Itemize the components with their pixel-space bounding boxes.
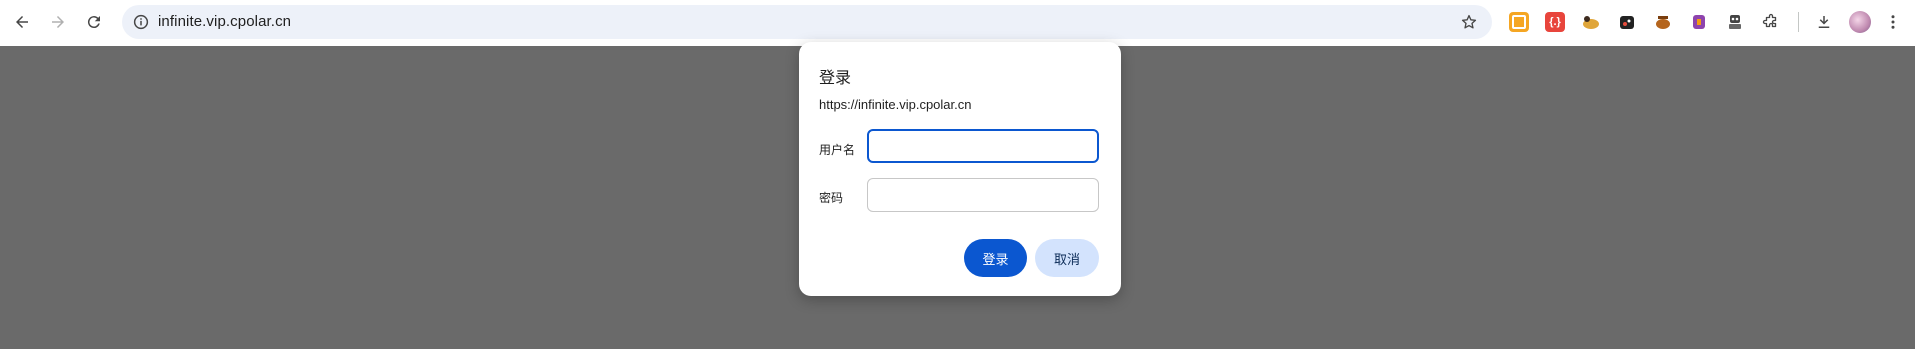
- forward-button[interactable]: [41, 5, 75, 39]
- password-field[interactable]: [867, 178, 1099, 212]
- back-button[interactable]: [5, 5, 39, 39]
- purple-tag-icon: [1693, 15, 1705, 29]
- password-label: 密码: [819, 191, 844, 205]
- extension-robot-icon[interactable]: [1725, 12, 1745, 32]
- avatar: [1849, 11, 1871, 33]
- info-icon[interactable]: [132, 13, 150, 31]
- download-icon: [1818, 16, 1830, 28]
- bowl-icon: [1656, 16, 1670, 29]
- profile-button[interactable]: [1843, 5, 1877, 39]
- downloads-button[interactable]: [1807, 5, 1841, 39]
- extension-purple-icon[interactable]: [1689, 12, 1709, 32]
- dialog-title: 登录: [819, 70, 852, 87]
- extension-dark-icon[interactable]: [1617, 12, 1637, 32]
- json-glyph: {.}: [1549, 16, 1561, 28]
- dialog-origin: https://infinite.vip.cpolar.cn: [819, 97, 972, 112]
- robot-icon: [1729, 15, 1741, 29]
- forward-arrow-icon: [52, 16, 64, 28]
- extension-yellow-icon[interactable]: [1509, 12, 1529, 32]
- extension-json-icon[interactable]: {.}: [1545, 12, 1565, 32]
- login-button[interactable]: 登录: [964, 239, 1027, 277]
- cat-icon: [1583, 16, 1599, 29]
- kebab-menu-icon: [1891, 15, 1895, 29]
- browser-menu-button[interactable]: [1879, 5, 1907, 39]
- reload-icon: [87, 16, 100, 29]
- extensions-menu-button[interactable]: [1754, 5, 1788, 39]
- url-text[interactable]: infinite.vip.cpolar.cn: [158, 13, 291, 30]
- reload-button[interactable]: [77, 5, 111, 39]
- username-field[interactable]: [867, 129, 1099, 163]
- toolbar-divider: [1798, 12, 1799, 32]
- back-arrow-icon: [16, 16, 28, 28]
- star-icon[interactable]: [1460, 13, 1478, 31]
- monster-icon: [1620, 16, 1634, 29]
- extension-bowl-icon[interactable]: [1653, 12, 1673, 32]
- copy-glyph-icon: [1512, 15, 1526, 29]
- username-label: 用户名: [819, 143, 856, 157]
- extension-cat-icon[interactable]: [1581, 12, 1601, 32]
- browser-toolbar: infinite.vip.cpolar.cn {.}: [0, 0, 1915, 46]
- address-bar[interactable]: infinite.vip.cpolar.cn: [122, 5, 1492, 39]
- puzzle-icon: [1762, 13, 1777, 28]
- login-dialog: 登录 https://infinite.vip.cpolar.cn 用户名 密码…: [799, 42, 1121, 296]
- cancel-button[interactable]: 取消: [1035, 239, 1099, 277]
